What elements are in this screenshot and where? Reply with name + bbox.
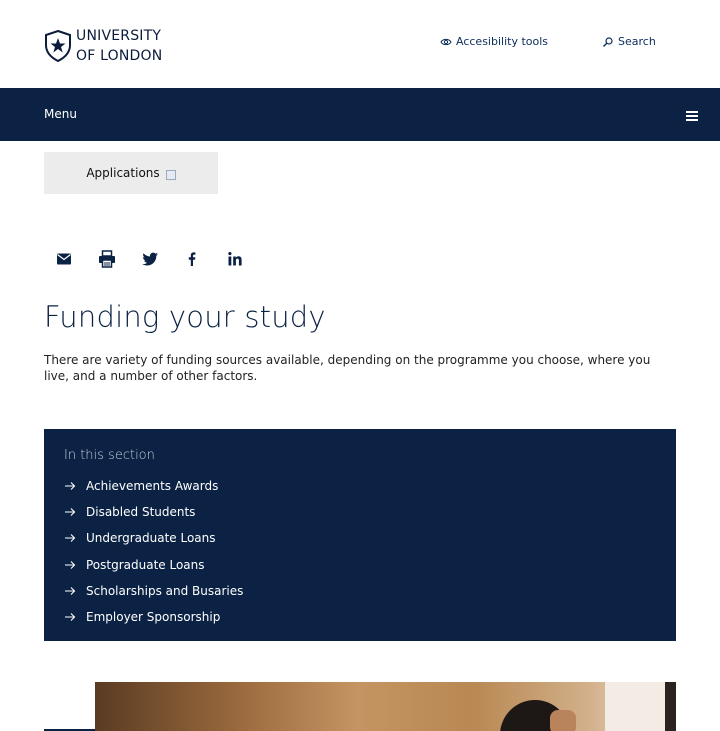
arrow-right-icon <box>65 560 76 569</box>
section-link-label: Undergraduate Loans <box>86 531 216 546</box>
section-link-label: Employer Sponsorship <box>86 610 221 625</box>
in-this-section-title: In this section <box>64 448 155 463</box>
email-share-button[interactable] <box>54 249 74 269</box>
arrow-right-icon <box>65 586 76 595</box>
section-link[interactable]: Postgraduate Loans <box>64 552 243 578</box>
section-link-label: Achievements Awards <box>86 479 219 494</box>
eye-icon <box>440 38 452 45</box>
linkedin-share-button[interactable] <box>225 249 245 269</box>
section-link[interactable]: Disabled Students <box>64 499 243 525</box>
arrow-right-icon <box>65 508 76 517</box>
search-label: Search <box>618 35 656 48</box>
print-button[interactable] <box>97 249 117 269</box>
section-link[interactable]: Undergraduate Loans <box>64 525 243 551</box>
intro-text: There are variety of funding sources ava… <box>44 353 651 383</box>
page-title: Funding your study <box>44 300 326 334</box>
print-icon <box>99 250 115 268</box>
arrow-right-icon <box>65 613 76 621</box>
in-this-section-panel: In this section Achievements Awards Disa… <box>44 429 676 641</box>
section-link[interactable]: Employer Sponsorship <box>64 604 243 630</box>
accessibility-tools-button[interactable]: Accesibility tools <box>440 35 548 48</box>
logo-line-1: UNIVERSITY <box>76 28 162 44</box>
logo-line-2: OF LONDON <box>76 48 163 64</box>
search-icon <box>603 36 613 47</box>
menu-bar: Menu <box>0 88 720 141</box>
twitter-share-button[interactable] <box>140 249 160 269</box>
facebook-icon <box>188 252 196 266</box>
external-link-icon <box>165 170 176 180</box>
hamburger-icon[interactable] <box>686 111 698 121</box>
section-link-label: Postgraduate Loans <box>86 557 205 572</box>
arrow-right-icon <box>65 482 76 490</box>
arrow-right-icon <box>65 534 76 543</box>
site-header: UNIVERSITY OF LONDON Accesibility tools … <box>0 0 720 88</box>
applications-button[interactable]: Applications <box>44 152 218 194</box>
linkedin-icon <box>228 252 242 266</box>
logo-text: UNIVERSITY OF LONDON <box>76 26 162 66</box>
accessibility-tools-label: Accesibility tools <box>456 35 549 48</box>
section-link[interactable]: Achievements Awards <box>64 473 243 499</box>
section-links: Achievements Awards Disabled Students Un… <box>64 473 243 630</box>
menu-button[interactable]: Menu <box>44 107 77 121</box>
email-icon <box>57 253 71 265</box>
crest-icon <box>45 30 71 62</box>
section-link[interactable]: Scholarships and Busaries <box>64 578 243 604</box>
section-link-label: Disabled Students <box>86 505 196 520</box>
section-link-label: Scholarships and Busaries <box>86 583 244 598</box>
facebook-share-button[interactable] <box>182 249 202 269</box>
search-button[interactable]: Search <box>602 35 656 48</box>
university-logo[interactable]: UNIVERSITY OF LONDON <box>44 26 162 66</box>
twitter-icon <box>142 252 158 266</box>
student-photo <box>95 682 676 731</box>
applications-label: Applications <box>86 166 160 180</box>
